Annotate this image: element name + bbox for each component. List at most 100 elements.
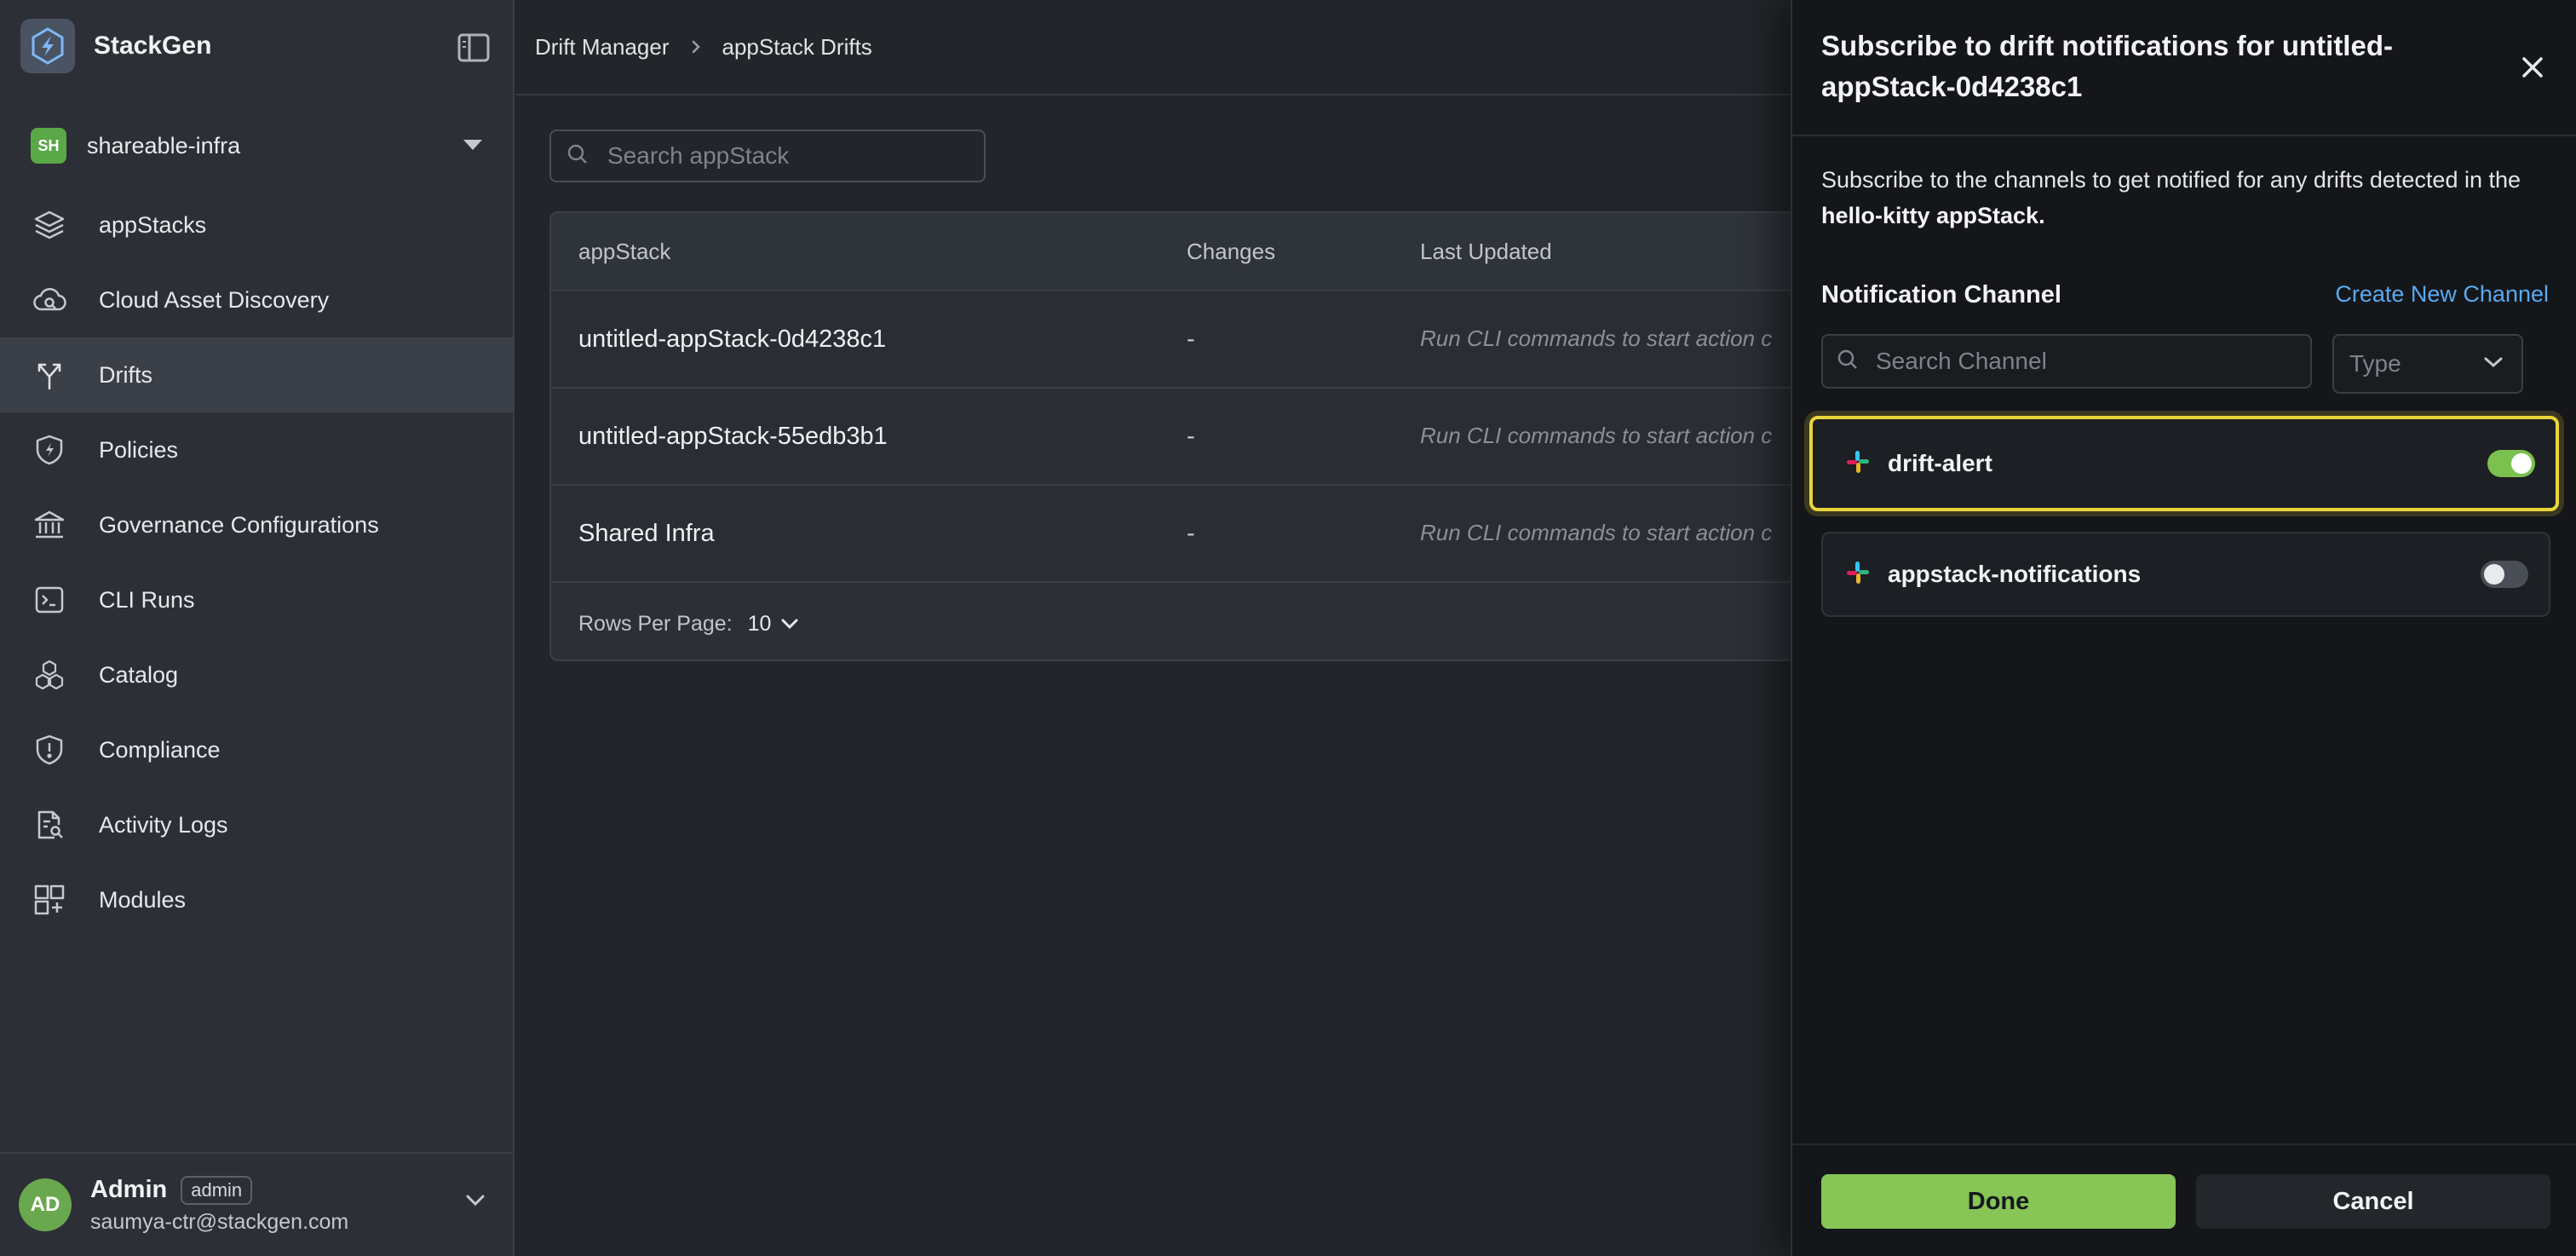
sidebar-item-cloud-asset-discovery[interactable]: Cloud Asset Discovery — [0, 262, 515, 337]
sidebar-item-modules[interactable]: Modules — [0, 862, 515, 937]
description-text: Subscribe to the channels to get notifie… — [1821, 167, 2521, 193]
sidebar-item-label: Cloud Asset Discovery — [99, 286, 330, 313]
brand-name: StackGen — [94, 32, 212, 60]
rows-per-page-select[interactable]: 10 — [748, 612, 801, 637]
type-placeholder: Type — [2349, 350, 2401, 377]
breadcrumb-parent[interactable]: Drift Manager — [535, 34, 670, 60]
table-row[interactable]: Shared Infra - Run CLI commands to start… — [551, 486, 1826, 583]
sidebar-item-label: Drifts — [99, 361, 152, 388]
column-header-appstack[interactable]: appStack — [578, 239, 670, 265]
role-badge: admin — [181, 1175, 253, 1205]
changes-value: - — [1187, 326, 1195, 353]
sidebar-item-catalog[interactable]: Catalog — [0, 637, 515, 712]
search-input[interactable]: Search appStack — [549, 130, 986, 182]
workspace-selector[interactable]: SH shareable-infra — [31, 124, 482, 167]
search-channel-input[interactable]: Search Channel — [1821, 334, 2312, 389]
channel-name: appstack-notifications — [1888, 561, 2142, 587]
sidebar-item-governance-configurations[interactable]: Governance Configurations — [0, 487, 515, 562]
brand[interactable]: StackGen — [20, 19, 211, 73]
table-header: appStack Changes Last Updated — [551, 213, 1826, 291]
sidebar-item-label: Compliance — [99, 736, 221, 763]
sidebar-item-policies[interactable]: Policies — [0, 412, 515, 487]
done-button[interactable]: Done — [1821, 1174, 2176, 1229]
sidebar-nav: appStacks Cloud Asset Discovery Drifts P… — [0, 187, 515, 937]
shield-alert-icon — [31, 731, 68, 769]
sidebar-item-label: Policies — [99, 436, 179, 463]
changes-value: - — [1187, 423, 1195, 450]
layers-icon — [31, 206, 68, 244]
grid-plus-icon — [31, 881, 68, 919]
workspace-badge: SH — [31, 128, 66, 164]
notification-channel-label: Notification Channel — [1821, 281, 2061, 308]
search-channel-placeholder: Search Channel — [1876, 348, 2047, 374]
cancel-button[interactable]: Cancel — [2196, 1174, 2550, 1229]
stackgen-logo-icon — [20, 19, 75, 73]
sidebar-item-cli-runs[interactable]: CLI Runs — [0, 562, 515, 637]
appstack-name[interactable]: untitled-appStack-0d4238c1 — [578, 326, 886, 354]
workspace-name: shareable-infra — [87, 132, 241, 158]
rows-per-page-value: 10 — [747, 611, 772, 636]
search-placeholder: Search appStack — [607, 142, 790, 169]
sidebar-item-activity-logs[interactable]: Activity Logs — [0, 787, 515, 862]
changes-value: - — [1187, 520, 1195, 547]
document-search-icon — [31, 806, 68, 844]
channel-toggle[interactable] — [2487, 450, 2535, 477]
sidebar-item-label: Activity Logs — [99, 811, 228, 838]
sidebar: StackGen SH shareable-infra appStacks Cl… — [0, 0, 515, 1256]
divider — [1792, 1144, 2576, 1145]
sidebar-collapse-icon[interactable] — [457, 32, 491, 63]
caret-down-icon — [463, 140, 482, 150]
drawer-description: Subscribe to the channels to get notifie… — [1821, 162, 2554, 233]
breadcrumb-current: appStack Drifts — [722, 33, 872, 60]
close-icon[interactable] — [2518, 53, 2547, 82]
last-updated-value: Run CLI commands to start action c — [1420, 326, 1773, 351]
drawer-title: Subscribe to drift notifications for unt… — [1821, 30, 2393, 102]
column-header-last-updated[interactable]: Last Updated — [1420, 239, 1552, 265]
breadcrumb: Drift Manager appStack Drifts — [516, 0, 1794, 95]
slack-icon — [1845, 449, 1871, 479]
user-email: saumya-ctr@stackgen.com — [90, 1209, 349, 1234]
cubes-icon — [31, 656, 68, 694]
sidebar-item-appstacks[interactable]: appStacks — [0, 187, 515, 262]
chevron-down-icon[interactable] — [463, 1191, 487, 1213]
search-icon — [566, 143, 589, 170]
user-name: Admin — [90, 1176, 168, 1203]
user-profile[interactable]: AD Admin admin saumya-ctr@stackgen.com — [0, 1152, 515, 1256]
create-new-channel-link[interactable]: Create New Channel — [2335, 281, 2549, 308]
channel-item-drift-alert[interactable]: drift-alert — [1809, 416, 2559, 511]
channel-name: drift-alert — [1888, 450, 1992, 476]
appstack-name[interactable]: untitled-appStack-55edb3b1 — [578, 423, 888, 451]
last-updated-value: Run CLI commands to start action c — [1420, 520, 1773, 545]
sidebar-item-label: Catalog — [99, 661, 179, 688]
table-footer: Rows Per Page: 10 — [551, 583, 1826, 660]
table-row[interactable]: untitled-appStack-55edb3b1 - Run CLI com… — [551, 389, 1826, 486]
avatar: AD — [19, 1178, 72, 1231]
shield-bolt-icon — [31, 431, 68, 469]
user-info: Admin admin saumya-ctr@stackgen.com — [90, 1175, 349, 1235]
type-select[interactable]: Type — [2332, 334, 2523, 394]
drift-arrows-icon — [31, 356, 68, 394]
description-appstack: hello-kitty appStack. — [1821, 203, 2045, 228]
table-row[interactable]: untitled-appStack-0d4238c1 - Run CLI com… — [551, 291, 1826, 389]
chevron-down-icon — [2482, 354, 2504, 374]
appstack-name[interactable]: Shared Infra — [578, 520, 715, 548]
channel-item-appstack-notifications[interactable]: appstack-notifications — [1821, 532, 2550, 617]
bank-icon — [31, 506, 68, 544]
cloud-search-icon — [31, 281, 68, 319]
sidebar-item-label: Governance Configurations — [99, 511, 379, 538]
slack-icon — [1845, 560, 1871, 590]
search-icon — [1837, 349, 1859, 375]
sidebar-item-compliance[interactable]: Compliance — [0, 712, 515, 787]
terminal-icon — [31, 581, 68, 619]
sidebar-item-drifts[interactable]: Drifts — [0, 337, 515, 412]
toggle-knob — [2484, 564, 2504, 585]
appstack-table: appStack Changes Last Updated untitled-a… — [549, 211, 1827, 661]
last-updated-value: Run CLI commands to start action c — [1420, 423, 1773, 448]
column-header-changes[interactable]: Changes — [1187, 239, 1275, 265]
channel-toggle[interactable] — [2481, 561, 2528, 588]
chevron-right-icon — [690, 38, 702, 55]
toggle-knob — [2511, 453, 2532, 474]
chevron-down-icon — [779, 612, 800, 637]
sidebar-item-label: CLI Runs — [99, 586, 195, 613]
subscribe-drawer: Subscribe to drift notifications for unt… — [1791, 0, 2576, 1256]
